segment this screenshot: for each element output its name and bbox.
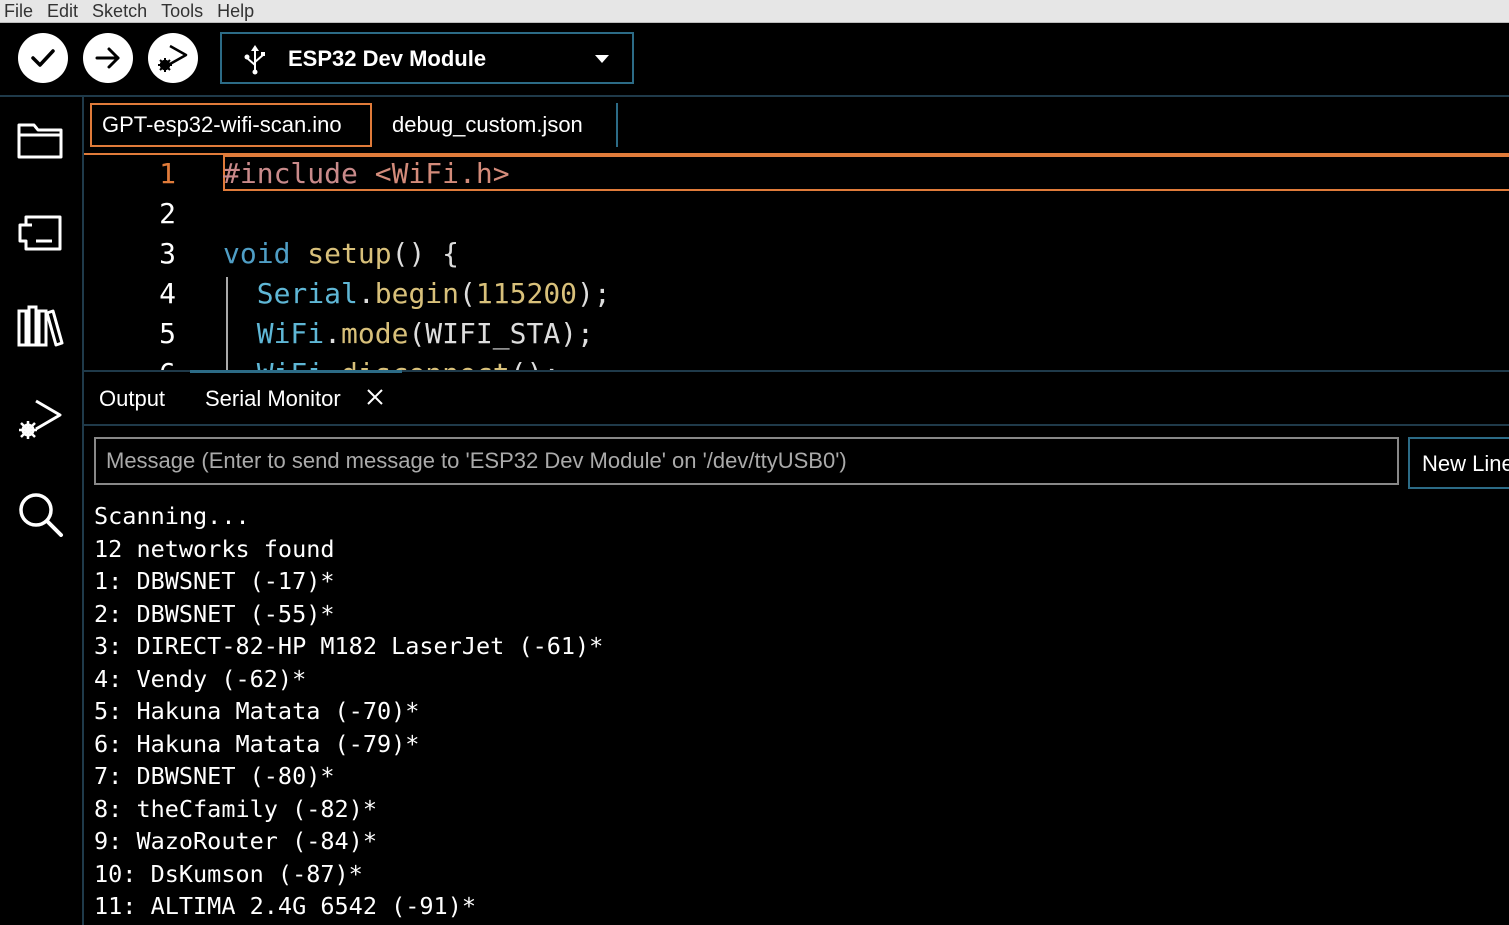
serial-line: 1: DBWSNET (-17)* bbox=[94, 567, 335, 595]
close-icon[interactable] bbox=[366, 388, 384, 406]
code-text: WiFi.disconnect(); bbox=[223, 357, 560, 370]
code-line: 4 Serial.begin(115200); bbox=[84, 275, 1509, 315]
board-icon bbox=[18, 215, 62, 251]
code-text: Serial.begin(115200); bbox=[256, 277, 611, 310]
menu-file[interactable]: File bbox=[0, 0, 41, 22]
tab-output[interactable]: Output bbox=[99, 386, 165, 412]
serial-line: 2: DBWSNET (-55)* bbox=[94, 599, 335, 628]
verify-button[interactable] bbox=[18, 33, 68, 83]
sidebar-item-sketchbook[interactable] bbox=[16, 119, 64, 166]
serial-line: 4: Vendy (-62)* bbox=[94, 664, 307, 693]
library-icon bbox=[17, 305, 64, 347]
sidebar-item-debug[interactable] bbox=[16, 397, 64, 448]
debug-icon bbox=[158, 44, 188, 72]
line-number: 6 bbox=[84, 357, 176, 370]
folder-icon bbox=[17, 123, 63, 159]
serial-line: 7: DBWSNET (-80)* bbox=[94, 762, 335, 790]
tab-serial-monitor[interactable]: Serial Monitor bbox=[205, 386, 341, 412]
serial-line: 12 networks found bbox=[94, 534, 335, 563]
code-line: 5 WiFi.mode(WIFI_STA); bbox=[84, 315, 1509, 355]
panel-tabs: Output Serial Monitor bbox=[84, 370, 1509, 426]
sidebar bbox=[0, 97, 84, 925]
debug-button[interactable] bbox=[148, 33, 198, 83]
code-line: 3 void setup() { bbox=[84, 235, 1509, 275]
menu-bar: File Edit Sketch Tools Help bbox=[0, 0, 1509, 23]
indent-guide bbox=[226, 277, 228, 370]
serial-line: 10: DsKumson (-87)* bbox=[94, 859, 363, 888]
tab-sketch-file[interactable]: GPT-esp32-wifi-scan.ino bbox=[90, 103, 372, 147]
check-icon bbox=[31, 49, 55, 67]
tab-debug-json[interactable]: debug_custom.json bbox=[376, 103, 618, 147]
usb-icon bbox=[244, 45, 265, 75]
line-number: 5 bbox=[159, 317, 176, 350]
code-line: 1 #include <WiFi.h> bbox=[84, 155, 1509, 195]
line-number: 3 bbox=[159, 237, 176, 270]
menu-tools[interactable]: Tools bbox=[155, 0, 211, 22]
serial-line: 9: WazoRouter (-84)* bbox=[94, 827, 377, 855]
board-name: ESP32 Dev Module bbox=[288, 46, 487, 71]
serial-line: 3: DIRECT-82-HP M182 LaserJet (-61)* bbox=[94, 632, 604, 660]
line-number: 2 bbox=[159, 197, 176, 230]
serial-line: 8: theCfamily (-82)* bbox=[94, 794, 377, 823]
line-number: 1 bbox=[159, 157, 176, 190]
chevron-down-icon bbox=[595, 55, 609, 63]
menu-edit[interactable]: Edit bbox=[41, 0, 86, 22]
menu-help[interactable]: Help bbox=[211, 0, 262, 22]
sidebar-item-search[interactable] bbox=[16, 491, 64, 542]
search-icon bbox=[19, 493, 63, 537]
code-text: WiFi.mode(WIFI_STA); bbox=[256, 317, 594, 350]
serial-line: 6: Hakuna Matata (-79)* bbox=[94, 729, 420, 758]
toolbar: ESP32 Dev Module bbox=[0, 23, 1509, 97]
serial-message-input[interactable] bbox=[94, 437, 1399, 485]
sidebar-item-boards-manager[interactable] bbox=[16, 213, 64, 260]
upload-button[interactable] bbox=[83, 33, 133, 83]
line-ending-select[interactable]: New Line bbox=[1408, 437, 1509, 489]
code-line: 6 WiFi.disconnect(); bbox=[84, 355, 1509, 370]
code-line: 2 bbox=[84, 195, 1509, 235]
code-editor[interactable]: 1 #include <WiFi.h> 2 3 void setup() { 4… bbox=[84, 155, 1509, 370]
line-number: 4 bbox=[159, 277, 176, 310]
debug-icon bbox=[19, 399, 62, 439]
active-tab-indicator bbox=[190, 370, 402, 373]
menu-sketch[interactable]: Sketch bbox=[86, 0, 155, 22]
serial-output: Scanning... 12 networks found 1: DBWSNET… bbox=[94, 500, 1494, 925]
serial-line: 11: ALTIMA 2.4G 6542 (-91)* bbox=[94, 892, 477, 920]
serial-line: 5: Hakuna Matata (-70)* bbox=[94, 697, 420, 725]
serial-line: Scanning... bbox=[94, 502, 250, 530]
editor-tabs: GPT-esp32-wifi-scan.ino debug_custom.jso… bbox=[84, 97, 1509, 155]
arrow-right-icon bbox=[95, 47, 120, 69]
code-text: #include <WiFi.h> bbox=[223, 157, 510, 190]
board-selector[interactable]: ESP32 Dev Module bbox=[220, 32, 634, 84]
code-text: void setup() { bbox=[223, 237, 460, 270]
sidebar-item-library-manager[interactable] bbox=[16, 303, 64, 354]
